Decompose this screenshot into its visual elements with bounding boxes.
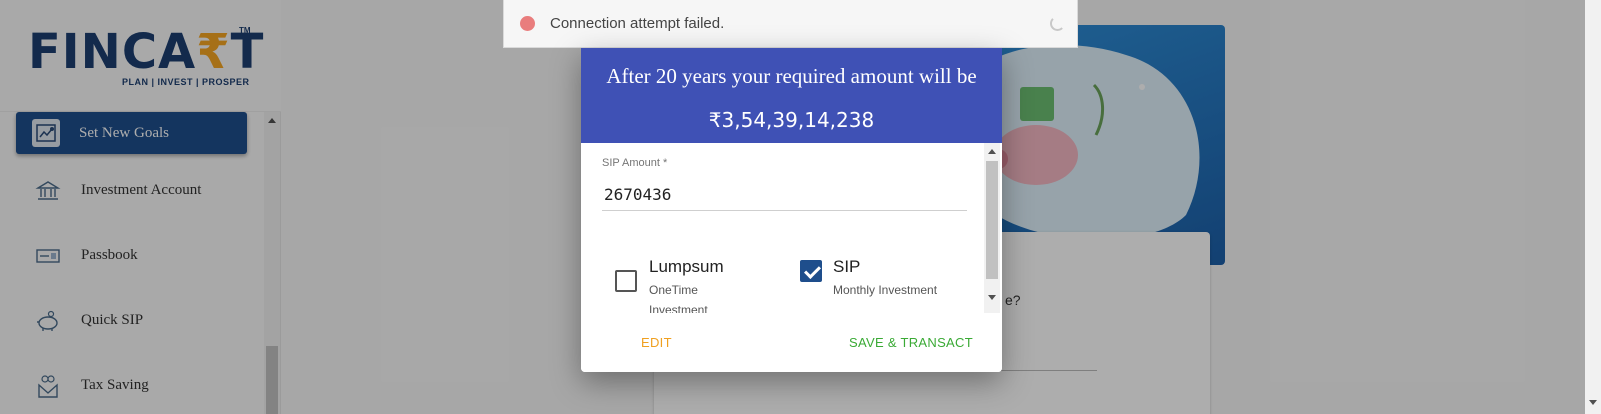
save-and-transact-button[interactable]: SAVE & TRANSACT xyxy=(849,328,973,358)
loading-spinner-icon xyxy=(1050,16,1065,31)
lumpsum-checkbox[interactable] xyxy=(615,270,637,292)
sip-title: SIP xyxy=(833,257,861,276)
connection-toast: Connection attempt failed. xyxy=(503,0,1078,48)
edit-button[interactable]: EDIT xyxy=(641,328,672,358)
page-scrollbar[interactable] xyxy=(1585,0,1601,414)
sip-amount-label: SIP Amount * xyxy=(602,157,668,169)
dialog-actions: EDIT SAVE & TRANSACT xyxy=(581,313,1002,372)
toast-message: Connection attempt failed. xyxy=(550,15,725,32)
error-status-icon xyxy=(520,16,535,31)
lumpsum-title: Lumpsum xyxy=(649,257,724,276)
sip-checkbox[interactable] xyxy=(800,260,822,282)
scroll-down-arrow-icon[interactable] xyxy=(1589,400,1597,405)
dialog-header: After 20 years your required amount will… xyxy=(581,48,1002,143)
dialog-title: After 20 years your required amount will… xyxy=(606,64,977,88)
scroll-up-arrow-icon[interactable] xyxy=(988,149,996,154)
sip-amount-input[interactable]: 2670436 xyxy=(602,181,967,211)
scroll-down-arrow-icon[interactable] xyxy=(988,295,996,300)
goal-result-dialog: After 20 years your required amount will… xyxy=(581,48,1002,372)
sip-subtitle: Monthly Investment xyxy=(833,283,938,297)
required-amount: ₹3,54,39,14,238 xyxy=(708,108,875,132)
scrollbar-thumb[interactable] xyxy=(986,161,998,279)
